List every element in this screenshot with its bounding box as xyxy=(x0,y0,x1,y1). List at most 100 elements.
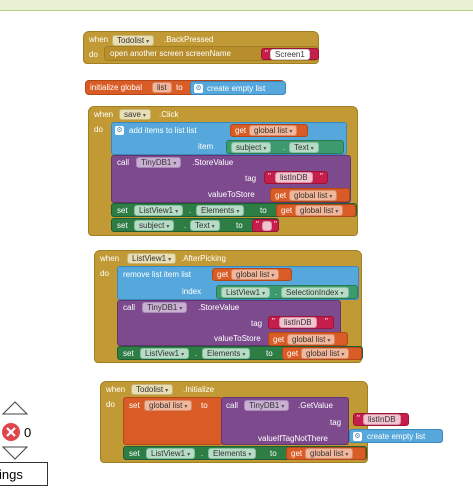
get-label: get xyxy=(217,270,229,279)
get-global-list-block[interactable]: get global list ▾ xyxy=(282,347,362,360)
component-dropdown[interactable]: ListView1 ▾ xyxy=(134,205,184,216)
value-if-tag-not-there-label: valueIfTagNotThere xyxy=(258,434,328,443)
call-label: call xyxy=(117,158,130,167)
event-name: .Click xyxy=(159,110,179,119)
get-global-list-block[interactable]: get global list ▾ xyxy=(276,204,356,217)
get-label: get xyxy=(291,449,303,458)
property-dropdown[interactable]: Elements ▾ xyxy=(208,448,257,459)
component-dropdown[interactable]: ListView1 ▾ xyxy=(140,348,190,359)
get-global-list-block[interactable]: get global list ▾ xyxy=(230,124,308,137)
subject-text-getter[interactable]: subject ▾ . Text ▾ xyxy=(226,140,344,154)
get-label: get xyxy=(287,349,299,358)
set-listview-elements-block[interactable]: set ListView1 ▾ . Elements ▾ to get global… xyxy=(117,346,363,360)
get-global-list-block[interactable]: get global list ▾ xyxy=(268,332,348,346)
property-dropdown[interactable]: SelectionIndex ▾ xyxy=(281,287,349,298)
create-empty-list-label: create empty list xyxy=(367,432,426,441)
set-label: set xyxy=(129,401,140,410)
component-dropdown[interactable]: save ▾ xyxy=(119,109,151,120)
to-label: to xyxy=(270,449,277,458)
event-name: .Initialize xyxy=(183,385,215,394)
component-dropdown[interactable]: Todolist ▾ xyxy=(112,35,155,46)
create-empty-list-block[interactable]: ⚙ create empty list xyxy=(349,429,443,443)
component-dropdown[interactable]: subject ▾ xyxy=(231,142,272,153)
do-label: do xyxy=(106,400,115,409)
component-dropdown[interactable]: TinyDB1 ▾ xyxy=(142,302,188,313)
tinydb-getvalue-block[interactable]: call TinyDB1 ▾ .GetValue tag valueIfTagNo… xyxy=(221,397,349,445)
variable-dropdown[interactable]: global list ▾ xyxy=(289,190,338,201)
method-name: .StoreValue xyxy=(198,303,240,312)
remove-list-item-block[interactable]: remove list item list get global list ▾ i… xyxy=(117,266,359,300)
variable-dropdown[interactable]: global list ▾ xyxy=(249,125,298,136)
variable-dropdown[interactable]: global list ▾ xyxy=(305,448,354,459)
set-listview-elements-block[interactable]: set ListView1 ▾ . Elements ▾ to get global… xyxy=(111,203,357,217)
text-block[interactable]: " listInDB " xyxy=(268,316,334,329)
get-global-list-block[interactable]: get global list ▾ xyxy=(270,188,350,202)
component-dropdown[interactable]: ListView1 ▾ xyxy=(221,287,271,298)
get-global-list-block[interactable]: get global list ▾ xyxy=(212,268,292,281)
create-empty-list-block[interactable]: ⚙ create empty list xyxy=(190,81,286,95)
component-dropdown[interactable]: TinyDB1 ▾ xyxy=(136,157,182,168)
value-to-store-label: valueToStore xyxy=(208,190,255,199)
up-arrow-icon[interactable] xyxy=(2,401,28,415)
text-block[interactable]: " listInDB xyxy=(353,413,409,426)
empty-text-block[interactable]: " " xyxy=(252,219,279,232)
property-dropdown[interactable]: Text ▾ xyxy=(289,142,319,153)
to-label: to xyxy=(176,83,183,92)
component-dropdown[interactable]: Todolist ▾ xyxy=(131,384,174,395)
block-initialize-event[interactable]: when Todolist ▾ .Initialize do set global… xyxy=(100,381,443,463)
initialize-label: initialize global xyxy=(90,83,143,92)
show-warnings-button[interactable]: ings xyxy=(0,462,48,486)
screen-name-value[interactable]: Screen1 xyxy=(270,49,310,60)
open-screen-block[interactable]: open another screen screenName " Screen1 xyxy=(104,46,319,61)
block-save-click-event[interactable]: when save ▾ .Click do ⚙ add items to list… xyxy=(88,106,358,236)
variable-dropdown[interactable]: global list ▾ xyxy=(231,269,280,280)
tag-value[interactable]: listInDB xyxy=(275,172,313,183)
set-listview-elements-block[interactable]: set ListView1 ▾ . Elements ▾ to get global… xyxy=(123,446,367,460)
gear-icon[interactable]: ⚙ xyxy=(115,126,124,135)
variable-dropdown[interactable]: global list ▾ xyxy=(295,205,344,216)
to-label: to xyxy=(236,221,243,230)
add-items-to-list-block[interactable]: ⚙ add items to list list get global list… xyxy=(111,122,347,155)
initialize-global-block[interactable]: initialize global list to ⚙ create empty… xyxy=(85,80,286,95)
do-label: do xyxy=(89,50,98,59)
get-label: get xyxy=(273,335,285,344)
error-x-icon[interactable] xyxy=(0,421,22,443)
selectionindex-getter[interactable]: ListView1 ▾ . SelectionIndex ▾ xyxy=(216,285,358,299)
text-block[interactable]: " Screen1 xyxy=(261,48,319,60)
tag-value[interactable]: listInDB xyxy=(279,317,317,328)
component-dropdown[interactable]: TinyDB1 ▾ xyxy=(244,400,290,411)
set-subject-text-block[interactable]: set subject ▾ . Text ▾ to " " xyxy=(111,218,279,232)
empty-string-value[interactable] xyxy=(262,221,272,231)
variable-dropdown[interactable]: global list ▾ xyxy=(287,334,336,345)
block-backpressed-event[interactable]: when Todolist ▾ .BackPressed do open anot… xyxy=(83,31,319,64)
block-afterpicking-event[interactable]: when ListView1 ▾ .AfterPicking do remove … xyxy=(94,250,363,363)
when-label: when xyxy=(100,254,120,263)
index-label: index xyxy=(182,287,202,296)
set-label: set xyxy=(117,206,128,215)
add-items-label: add items to list list xyxy=(129,126,197,135)
variable-name[interactable]: list xyxy=(152,82,172,93)
property-dropdown[interactable]: Elements ▾ xyxy=(202,348,251,359)
tag-value[interactable]: listInDB xyxy=(363,414,401,425)
tinydb-storevalue-block[interactable]: call TinyDB1 ▾ .StoreValue tag " listInDB… xyxy=(111,155,351,203)
component-dropdown[interactable]: ListView1 ▾ xyxy=(127,253,177,264)
variable-dropdown[interactable]: global list ▾ xyxy=(301,348,350,359)
remove-list-item-label: remove list item list xyxy=(123,270,192,279)
to-label: to xyxy=(201,401,208,410)
property-dropdown[interactable]: Elements ▾ xyxy=(196,205,245,216)
gear-icon[interactable]: ⚙ xyxy=(353,432,362,441)
when-label: when xyxy=(89,35,109,44)
get-global-list-block[interactable]: get global list ▾ xyxy=(286,447,366,460)
set-global-list-block[interactable]: set global list ▾ to xyxy=(123,397,223,445)
open-screen-label: open another screen screenName xyxy=(110,49,231,58)
tinydb-storevalue-block[interactable]: call TinyDB1 ▾ .StoreValue tag " listInDB… xyxy=(117,300,348,346)
component-dropdown[interactable]: subject ▾ xyxy=(134,220,175,231)
text-block[interactable]: " listInDB " xyxy=(264,171,328,184)
item-label: item xyxy=(198,142,214,151)
variable-dropdown[interactable]: global list ▾ xyxy=(144,400,193,411)
property-dropdown[interactable]: Text ▾ xyxy=(190,220,220,231)
component-dropdown[interactable]: ListView1 ▾ xyxy=(146,448,196,459)
gear-icon[interactable]: ⚙ xyxy=(194,84,203,93)
get-label: get xyxy=(275,191,287,200)
down-arrow-icon[interactable] xyxy=(2,446,28,460)
